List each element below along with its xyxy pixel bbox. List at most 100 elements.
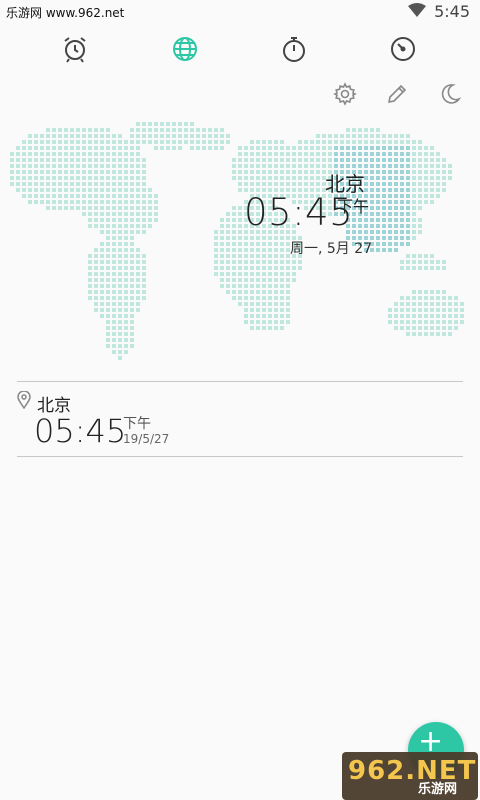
edit-button[interactable] — [383, 82, 411, 110]
map-dot — [88, 164, 92, 168]
map-dot — [418, 194, 422, 198]
map-dot — [106, 314, 110, 318]
map-dot — [232, 272, 236, 276]
map-dot — [442, 164, 446, 168]
map-dot — [262, 314, 266, 318]
map-dot — [442, 332, 446, 336]
map-dot — [142, 206, 146, 210]
map-dot — [442, 170, 446, 174]
wifi-icon — [408, 2, 427, 21]
map-dot — [274, 326, 278, 330]
map-dot — [70, 164, 74, 168]
map-dot — [154, 128, 158, 132]
map-dot — [436, 332, 440, 336]
map-dot — [436, 176, 440, 180]
map-dot — [430, 188, 434, 192]
map-dot — [118, 170, 122, 174]
map-dot — [28, 182, 32, 186]
map-dot — [340, 134, 344, 138]
map-dot — [178, 122, 182, 126]
map-dot — [382, 236, 386, 240]
map-dot — [130, 218, 134, 222]
map-dot — [388, 218, 392, 222]
map-dot — [232, 176, 236, 180]
map-dot — [424, 266, 428, 270]
map-dot — [16, 152, 20, 156]
map-dot — [100, 158, 104, 162]
map-dot — [166, 146, 170, 150]
map-dot — [256, 260, 260, 264]
map-dot — [118, 230, 122, 234]
map-dot — [298, 170, 302, 174]
map-dot — [424, 320, 428, 324]
map-dot — [16, 170, 20, 174]
map-dot — [280, 266, 284, 270]
map-dot — [430, 266, 434, 270]
map-dot — [40, 188, 44, 192]
map-dot — [394, 182, 398, 186]
map-dot — [148, 122, 152, 126]
map-dot — [124, 164, 128, 168]
map-dot — [448, 326, 452, 330]
map-dot — [352, 134, 356, 138]
map-dot — [94, 278, 98, 282]
map-dot — [112, 314, 116, 318]
map-dot — [136, 182, 140, 186]
map-dot — [106, 158, 110, 162]
map-dot — [424, 170, 428, 174]
map-dot — [256, 182, 260, 186]
map-dot — [58, 188, 62, 192]
map-dot — [88, 296, 92, 300]
tab-world-clock[interactable] — [168, 34, 202, 68]
map-dot — [112, 290, 116, 294]
map-dot — [112, 326, 116, 330]
tab-alarm[interactable] — [58, 34, 92, 68]
tab-stopwatch[interactable] — [277, 34, 311, 68]
map-dot — [220, 272, 224, 276]
map-dot — [406, 326, 410, 330]
map-dot — [316, 152, 320, 156]
map-dot — [58, 134, 62, 138]
watermark-main-text: 962.NET — [348, 756, 477, 786]
map-dot — [136, 158, 140, 162]
map-dot — [382, 218, 386, 222]
map-dot — [424, 302, 428, 306]
map-dot — [190, 140, 194, 144]
map-dot — [400, 266, 404, 270]
map-dot — [112, 296, 116, 300]
map-dot — [130, 344, 134, 348]
map-dot — [418, 176, 422, 180]
map-dot — [460, 308, 464, 312]
tab-timer[interactable] — [386, 34, 420, 68]
map-dot — [430, 170, 434, 174]
night-mode-button[interactable] — [436, 82, 464, 110]
map-dot — [106, 254, 110, 258]
map-dot — [148, 206, 152, 210]
map-dot — [100, 308, 104, 312]
map-dot — [394, 248, 398, 252]
map-dot — [52, 182, 56, 186]
map-dot — [142, 284, 146, 288]
map-dot — [412, 182, 416, 186]
map-dot — [214, 248, 218, 252]
map-dot — [130, 236, 134, 240]
map-dot — [82, 194, 86, 198]
settings-button[interactable] — [331, 82, 359, 110]
map-dot — [286, 308, 290, 312]
map-dot — [298, 164, 302, 168]
map-dot — [388, 134, 392, 138]
map-dot — [130, 182, 134, 186]
map-dot — [262, 296, 266, 300]
map-dot — [370, 176, 374, 180]
map-dot — [280, 152, 284, 156]
map-dot — [268, 320, 272, 324]
map-dot — [364, 134, 368, 138]
map-dot — [130, 200, 134, 204]
map-dot — [34, 200, 38, 204]
map-dot — [124, 218, 128, 222]
map-dot — [370, 134, 374, 138]
map-dot — [406, 194, 410, 198]
map-dot — [424, 254, 428, 258]
map-dot — [226, 236, 230, 240]
city-list-item[interactable]: 北京 05:45 下午 19/5/27 — [17, 383, 463, 455]
